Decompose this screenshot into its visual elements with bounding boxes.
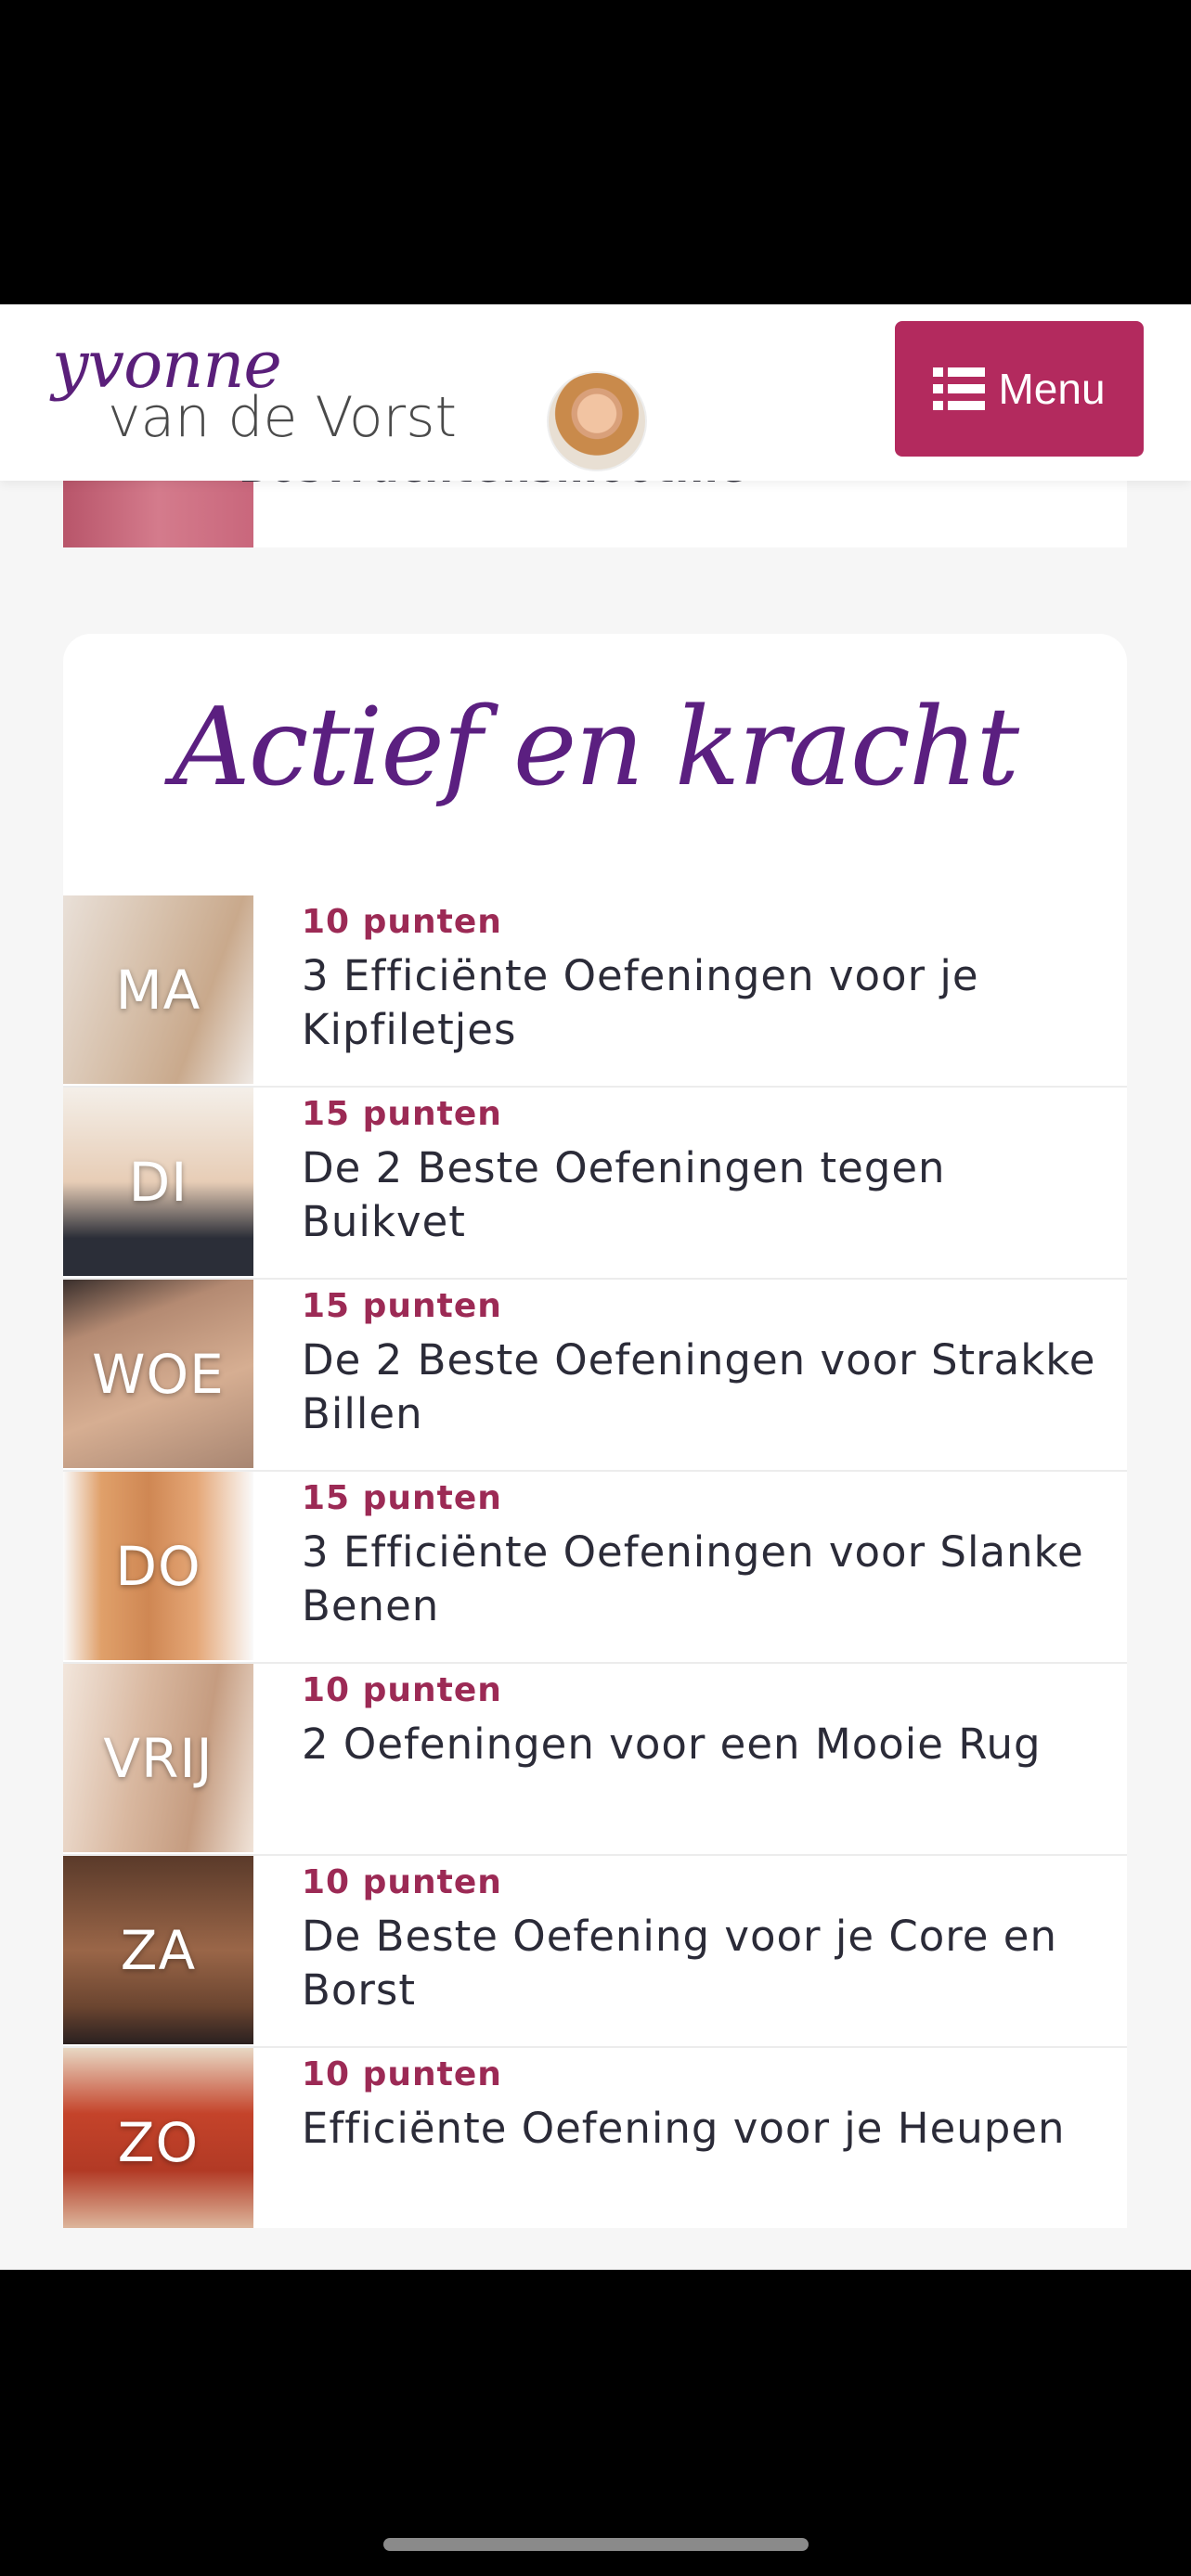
- site-header: yvonne van de Vorst Menu: [0, 304, 1191, 481]
- item-thumbnail: ZA: [63, 1856, 253, 2044]
- list-item[interactable]: VRIJ 10 punten 2 Oefeningen voor een Moo…: [63, 1664, 1127, 1856]
- day-label: MA: [115, 958, 201, 1022]
- menu-button[interactable]: Menu: [895, 321, 1144, 457]
- points-label: 10 punten: [302, 903, 502, 941]
- item-thumbnail: VRIJ: [63, 1664, 253, 1852]
- list-item[interactable]: WOE 15 punten De 2 Beste Oefeningen voor…: [63, 1280, 1127, 1472]
- item-title[interactable]: 3 Efficiënte Oefeningen voor je Kipfilet…: [302, 949, 1119, 1057]
- home-indicator[interactable]: [383, 2538, 809, 2551]
- points-label: 10 punten: [302, 1863, 502, 1901]
- logo-plain-text: van de Vorst: [108, 385, 457, 450]
- day-label: ZA: [120, 1918, 197, 1982]
- points-label: 10 punten: [302, 1671, 502, 1709]
- list-icon: [933, 367, 986, 410]
- day-label: ZO: [117, 2110, 200, 2174]
- points-label: 15 punten: [302, 1095, 502, 1133]
- item-title[interactable]: De 2 Beste Oefeningen voor Strakke Bille…: [302, 1333, 1119, 1441]
- item-thumbnail: DI: [63, 1088, 253, 1276]
- list-item[interactable]: DO 15 punten 3 Efficiënte Oefeningen voo…: [63, 1472, 1127, 1664]
- list-item[interactable]: ZO 10 punten Efficiënte Oefening voor je…: [63, 2048, 1127, 2228]
- page: yvonne van de Vorst Menu Bosvruchtensmoo…: [0, 304, 1191, 2270]
- day-label: DI: [128, 1150, 188, 1214]
- list-item[interactable]: MA 10 punten 3 Efficiënte Oefeningen voo…: [63, 895, 1127, 1088]
- section-card: Actief en kracht MA 10 punten 3 Efficiën…: [63, 634, 1127, 2228]
- day-label: DO: [115, 1534, 201, 1598]
- item-thumbnail: DO: [63, 1472, 253, 1660]
- points-label: 15 punten: [302, 1287, 502, 1325]
- item-thumbnail: ZO: [63, 2048, 253, 2228]
- list-item[interactable]: DI 15 punten De 2 Beste Oefeningen tegen…: [63, 1088, 1127, 1280]
- item-title[interactable]: De Beste Oefening voor je Core en Borst: [302, 1910, 1119, 2017]
- day-label: VRIJ: [103, 1726, 214, 1790]
- item-title[interactable]: 3 Efficiënte Oefeningen voor Slanke Bene…: [302, 1526, 1119, 1633]
- day-label: WOE: [92, 1342, 225, 1406]
- item-title[interactable]: Efficiënte Oefening voor je Heupen: [302, 2102, 1119, 2156]
- menu-label: Menu: [998, 365, 1106, 413]
- item-thumbnail: MA: [63, 895, 253, 1084]
- item-title[interactable]: De 2 Beste Oefeningen tegen Buikvet: [302, 1141, 1119, 1249]
- points-label: 10 punten: [302, 2055, 502, 2093]
- section-title: Actief en kracht: [172, 685, 1019, 810]
- list-item[interactable]: ZA 10 punten De Beste Oefening voor je C…: [63, 1856, 1127, 2048]
- item-title[interactable]: 2 Oefeningen voor een Mooie Rug: [302, 1718, 1119, 1771]
- avatar: [547, 371, 647, 471]
- exercise-list: MA 10 punten 3 Efficiënte Oefeningen voo…: [63, 895, 1127, 2228]
- item-thumbnail: WOE: [63, 1280, 253, 1468]
- site-logo[interactable]: yvonne van de Vorst: [52, 332, 647, 471]
- points-label: 15 punten: [302, 1479, 502, 1517]
